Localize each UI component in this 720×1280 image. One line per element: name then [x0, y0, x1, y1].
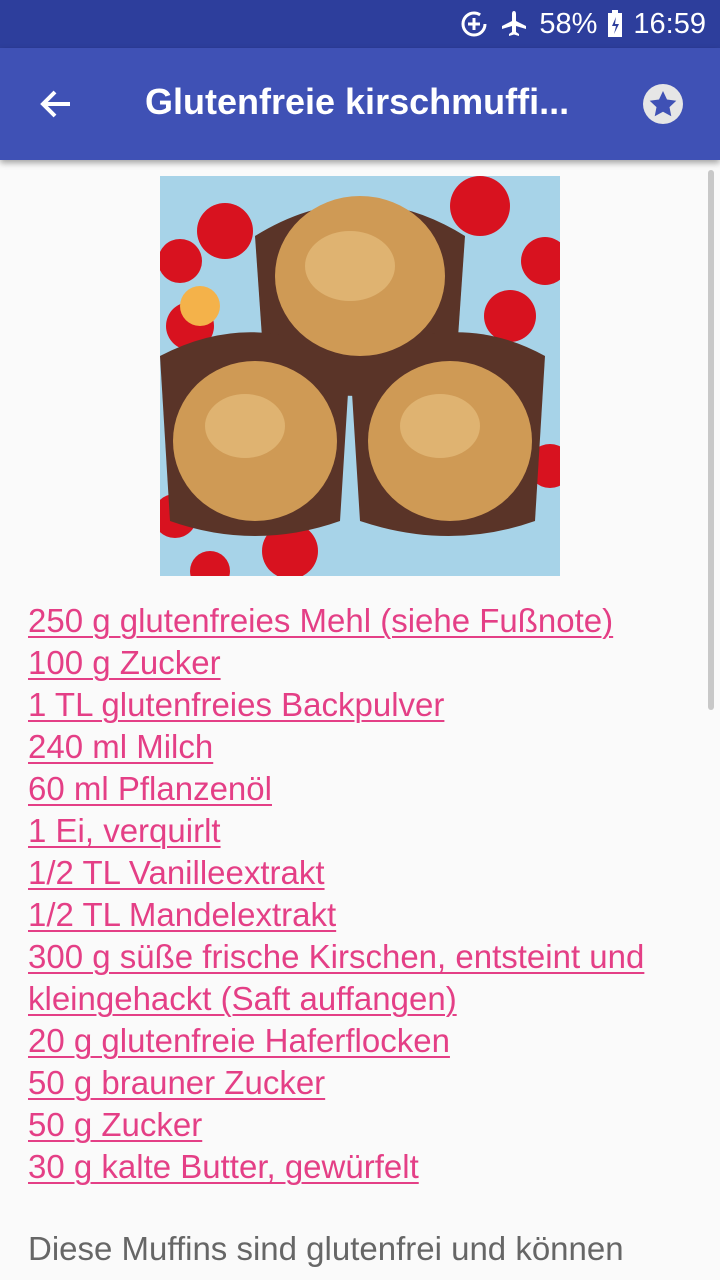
app-bar: Glutenfreie kirschmuffi... [0, 48, 720, 160]
ingredient-item[interactable]: 300 g süße frische Kirschen, entsteint u… [28, 936, 708, 1020]
favorite-button[interactable] [640, 81, 686, 127]
recipe-description: Diese Muffins sind glutenfrei und können [28, 1230, 624, 1267]
ingredient-link[interactable]: 250 g glutenfreies Mehl (siehe Fußnote) [28, 602, 613, 639]
ingredient-link[interactable]: 1 Ei, verquirlt [28, 812, 221, 849]
status-bar: 58% 16:59 [0, 0, 720, 48]
ingredient-item[interactable]: 1 TL glutenfreies Backpulver [28, 684, 708, 726]
ingredient-link[interactable]: 240 ml Milch [28, 728, 213, 765]
ingredient-link[interactable]: 100 g Zucker [28, 644, 221, 681]
ingredient-link[interactable]: 1 TL glutenfreies Backpulver [28, 686, 444, 723]
ingredient-link[interactable]: 20 g glutenfreie Haferflocken [28, 1022, 450, 1059]
data-saver-icon [459, 9, 489, 39]
battery-percentage: 58% [539, 7, 598, 40]
recipe-content[interactable]: 250 g glutenfreies Mehl (siehe Fußnote) … [0, 160, 720, 1280]
ingredient-link[interactable]: 1/2 TL Mandelextrakt [28, 896, 336, 933]
ingredient-link[interactable]: 300 g süße frische Kirschen, entsteint u… [28, 938, 644, 1017]
ingredient-item[interactable]: 100 g Zucker [28, 642, 708, 684]
ingredient-item[interactable]: 60 ml Pflanzenöl [28, 768, 708, 810]
ingredient-item[interactable]: 50 g brauner Zucker [28, 1062, 708, 1104]
page-title: Glutenfreie kirschmuffi... [145, 81, 570, 122]
ingredient-item[interactable]: 30 g kalte Butter, gewürfelt [28, 1146, 708, 1188]
ingredient-item[interactable]: 240 ml Milch [28, 726, 708, 768]
clock: 16:59 [633, 7, 706, 40]
back-arrow-icon [40, 90, 70, 118]
ingredient-item[interactable]: 50 g Zucker [28, 1104, 708, 1146]
recipe-photo [160, 176, 560, 576]
ingredient-link[interactable]: 1/2 TL Vanilleextrakt [28, 854, 325, 891]
battery-icon [607, 10, 623, 38]
ingredient-link[interactable]: 50 g brauner Zucker [28, 1064, 325, 1101]
ingredient-item[interactable]: 250 g glutenfreies Mehl (siehe Fußnote) [28, 600, 708, 642]
ingredient-item[interactable]: 1 Ei, verquirlt [28, 810, 708, 852]
favorite-star-icon [643, 84, 683, 124]
ingredient-link[interactable]: 30 g kalte Butter, gewürfelt [28, 1148, 419, 1185]
back-button[interactable] [30, 78, 82, 130]
ingredient-item[interactable]: 1/2 TL Mandelextrakt [28, 894, 708, 936]
ingredient-item[interactable]: 1/2 TL Vanilleextrakt [28, 852, 708, 894]
ingredient-link[interactable]: 60 ml Pflanzenöl [28, 770, 272, 807]
ingredient-list: 250 g glutenfreies Mehl (siehe Fußnote) … [28, 600, 708, 1188]
ingredient-link[interactable]: 50 g Zucker [28, 1106, 202, 1143]
airplane-mode-icon [499, 9, 529, 39]
ingredient-item[interactable]: 20 g glutenfreie Haferflocken [28, 1020, 708, 1062]
scrollbar[interactable] [708, 170, 714, 710]
